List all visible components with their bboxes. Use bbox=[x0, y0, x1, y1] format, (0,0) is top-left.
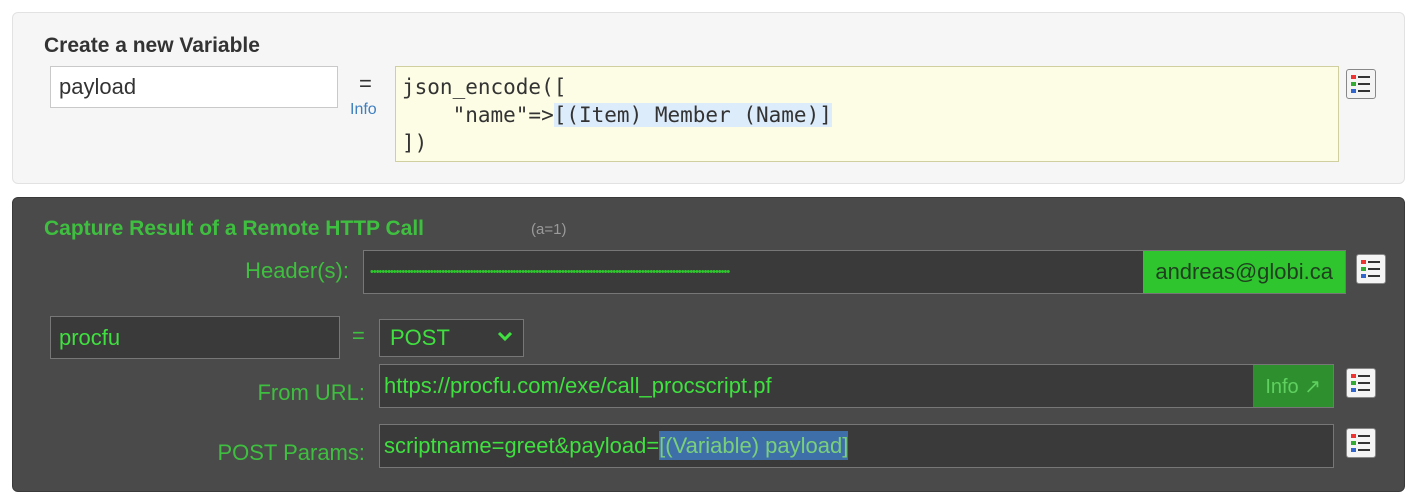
variable-name-input[interactable] bbox=[50, 66, 338, 108]
url-input[interactable]: https://procfu.com/exe/call_procscript.p… bbox=[379, 364, 1334, 408]
headers-label: Header(s): bbox=[245, 258, 349, 283]
headers-field[interactable]: ••••••••••••••••••••••••••••••••••••••••… bbox=[363, 250, 1346, 294]
post-params-prefix: scriptname=greet&payload= bbox=[384, 433, 660, 458]
variable-expression-editor[interactable]: json_encode([ "name"=>[(Item) Member (Na… bbox=[395, 66, 1339, 162]
code-line-3: ]) bbox=[402, 131, 428, 155]
list-picker-icon[interactable] bbox=[1346, 69, 1376, 99]
post-params-label: POST Params: bbox=[217, 440, 365, 465]
http-method-value: POST bbox=[390, 325, 450, 350]
equals-sign: = bbox=[359, 71, 372, 96]
headers-email-chip[interactable]: andreas@globi.ca bbox=[1143, 251, 1345, 293]
list-picker-icon[interactable] bbox=[1346, 428, 1376, 458]
create-variable-title: Create a new Variable bbox=[44, 34, 260, 57]
member-name-token[interactable]: [(Item) Member (Name)] bbox=[553, 103, 832, 127]
result-variable-input[interactable]: procfu bbox=[50, 316, 340, 359]
headers-masked-value: ••••••••••••••••••••••••••••••••••••••••… bbox=[370, 266, 730, 278]
info-link[interactable]: Info bbox=[350, 101, 377, 119]
list-picker-icon[interactable] bbox=[1346, 368, 1376, 398]
code-line-1: json_encode([ bbox=[402, 75, 567, 99]
http-call-subtitle: (a=1) bbox=[531, 221, 567, 238]
http-call-panel: Capture Result of a Remote HTTP Call (a=… bbox=[12, 197, 1405, 492]
code-line-2-prefix: "name"=> bbox=[402, 103, 554, 127]
list-picker-icon[interactable] bbox=[1356, 254, 1386, 284]
http-method-select[interactable]: POST bbox=[379, 319, 524, 357]
create-variable-panel: Create a new Variable = Info json_encode… bbox=[12, 12, 1405, 184]
post-params-input[interactable]: scriptname=greet&payload=[(Variable) pay… bbox=[379, 424, 1334, 468]
chevron-down-icon bbox=[497, 331, 513, 342]
from-url-label: From URL: bbox=[257, 380, 365, 405]
url-value: https://procfu.com/exe/call_procscript.p… bbox=[384, 373, 772, 398]
payload-variable-token[interactable]: [(Variable) payload] bbox=[659, 431, 849, 460]
url-info-button[interactable]: Info ↗ bbox=[1253, 365, 1333, 407]
http-call-title: Capture Result of a Remote HTTP Call bbox=[44, 217, 425, 240]
equals-sign: = bbox=[352, 323, 365, 348]
